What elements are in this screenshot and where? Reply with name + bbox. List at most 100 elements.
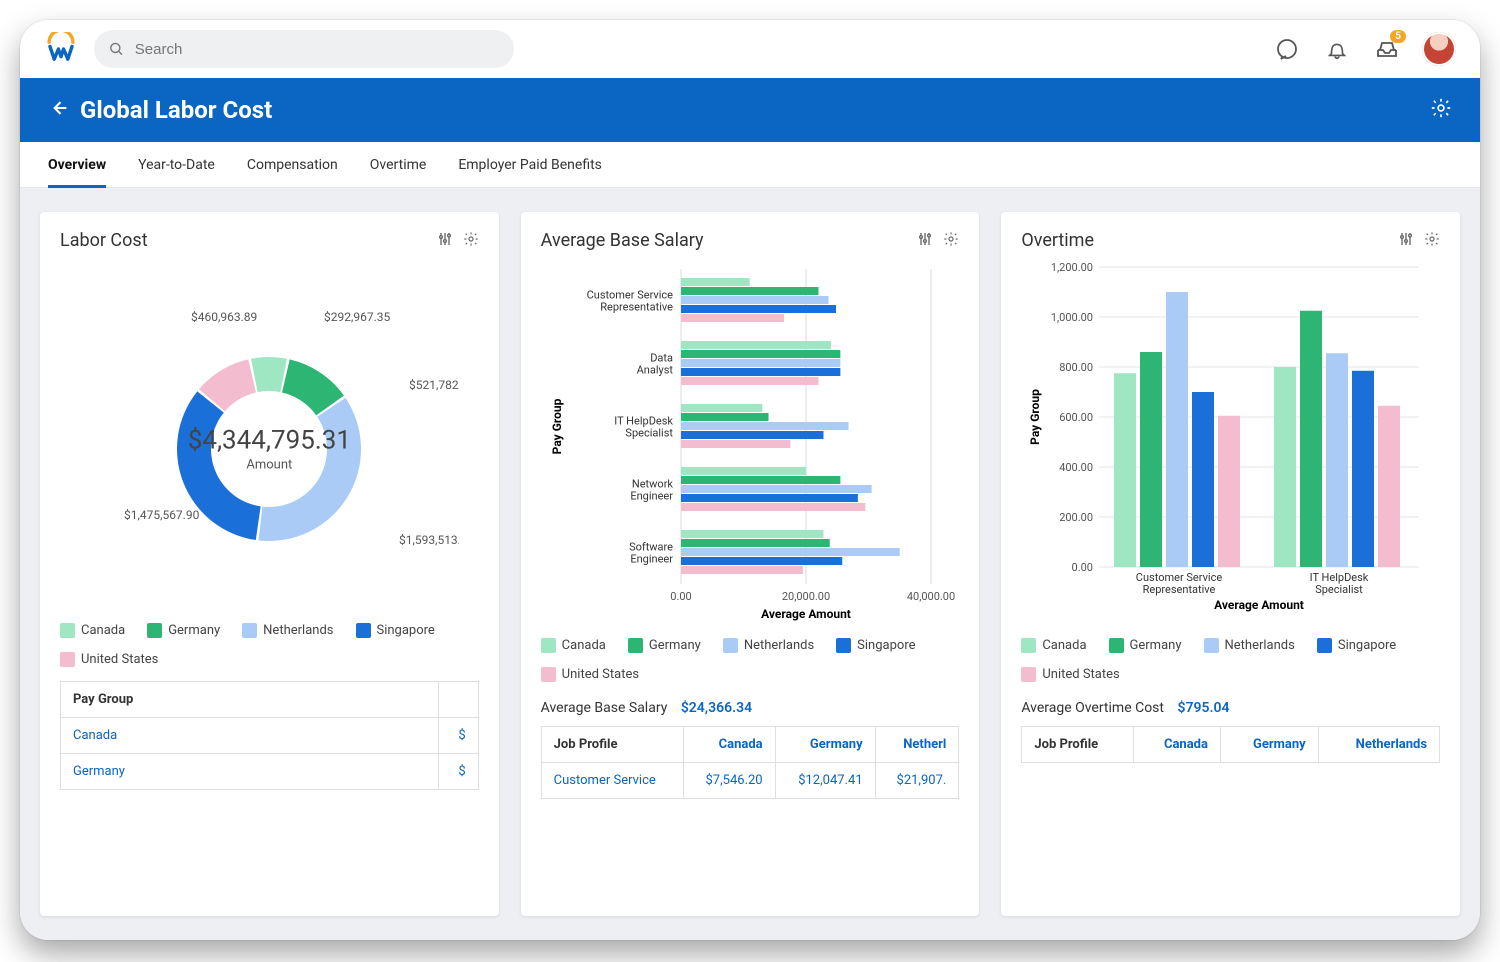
svg-text:1,000.00: 1,000.00 [1051,311,1093,324]
hbar-chart[interactable]: 0.00 20,000.00 40,000.00 Customer ServiceRe… [541,259,961,624]
footer-label: Average Base Salary [541,700,668,716]
donut-total: $4,344,795.31 [188,426,351,456]
notifications-icon[interactable] [1322,34,1352,64]
card-labor-cost: Labor Cost $292,967.35 $521,782.43 $1,593,… [40,212,499,916]
vbar-chart[interactable]: 0.00 200.00 400.00 600.00 800.00 1,000.00 1,20… [1021,259,1441,624]
workday-logo[interactable] [44,32,78,66]
legend-item[interactable]: United States [541,667,639,682]
svg-text:20,000.00: 20,000.00 [782,590,830,603]
top-bar: 5 [20,20,1480,78]
tab-overview[interactable]: Overview [48,142,106,188]
legend-item[interactable]: Netherlands [723,638,814,653]
svg-text:Average Amount: Average Amount [1214,598,1304,612]
col-canada: Canada [683,727,775,763]
svg-text:$521,782.43: $521,782.43 [409,378,459,392]
messages-icon[interactable] [1272,34,1302,64]
svg-text:Customer ServiceRepresentative: Customer ServiceRepresentative [586,289,673,314]
table-row[interactable]: Canada [61,718,439,754]
page-settings-icon[interactable] [1430,97,1452,123]
legend-item[interactable]: Singapore [836,638,915,653]
svg-text:SoftwareEngineer: SoftwareEngineer [629,541,673,566]
card-title: Labor Cost [60,230,148,251]
footer-value: $24,366.34 [681,700,752,716]
legend-item[interactable]: Singapore [1317,638,1396,653]
legend: Canada Germany Netherlands Singapore United … [541,638,960,682]
footer-value: $795.04 [1177,700,1229,716]
search-icon [108,40,125,58]
tab-overtime[interactable]: Overtime [370,142,427,188]
card-title: Average Base Salary [541,230,704,251]
legend-item[interactable]: Canada [541,638,606,653]
overtime-table: Job Profile Canada Germany Netherlands [1021,726,1440,763]
tab-year-to-date[interactable]: Year-to-Date [138,142,215,188]
svg-text:IT HelpDeskSpecialist: IT HelpDeskSpecialist [614,415,673,440]
gear-icon[interactable] [943,231,959,251]
legend-item[interactable]: Singapore [356,623,435,638]
filter-icon[interactable] [437,231,453,251]
footer-label: Average Overtime Cost [1021,700,1164,716]
svg-text:Customer ServiceRepresentative: Customer ServiceRepresentative [1136,571,1223,596]
card-overtime: Overtime 0.00 200.00 400.00 600.00 800.00 1,0… [1001,212,1460,916]
donut-total-label: Amount [188,458,351,473]
filter-icon[interactable] [1398,231,1414,251]
svg-text:DataAnalyst: DataAnalyst [636,352,673,377]
gear-icon[interactable] [463,231,479,251]
legend-item[interactable]: Germany [628,638,701,653]
legend: Canada Germany Netherlands Singapore United … [1021,638,1440,682]
card-average-base-salary: Average Base Salary 0.00 20,000.00 40,000.… [521,212,980,916]
search-input[interactable] [135,41,500,58]
svg-text:40,000.00: 40,000.00 [907,590,955,603]
tab-bar: Overview Year-to-Date Compensation Overtime… [20,142,1480,188]
legend-item[interactable]: Canada [60,623,125,638]
legend: Canada Germany Netherlands Singapore United … [60,623,479,667]
donut-center: $4,344,795.31 Amount [188,426,351,473]
avatar[interactable] [1422,32,1456,66]
legend-item[interactable]: United States [60,652,158,667]
svg-text:NetworkEngineer: NetworkEngineer [630,478,673,503]
inbox-icon[interactable]: 5 [1372,34,1402,64]
page-header: Global Labor Cost [20,78,1480,142]
legend-item[interactable]: Netherlands [242,623,333,638]
filter-icon[interactable] [917,231,933,251]
back-button[interactable] [48,98,68,122]
svg-text:600.00: 600.00 [1060,411,1094,424]
legend-item[interactable]: Canada [1021,638,1086,653]
col-netherlands: Netherl [875,727,959,763]
card-title: Overtime [1021,230,1094,251]
salary-table: Job Profile Canada Germany Netherl Custo… [541,726,960,799]
dashboard-body: Labor Cost $292,967.35 $521,782.43 $1,593,… [20,188,1480,940]
svg-text:$292,967.35: $292,967.35 [324,310,390,324]
svg-text:400.00: 400.00 [1060,461,1094,474]
col-paygroup: Pay Group [61,682,439,718]
donut-chart[interactable]: $292,967.35 $521,782.43 $1,593,513.74 $1,47… [60,299,479,599]
legend-item[interactable]: United States [1021,667,1119,682]
svg-text:$1,475,567.90: $1,475,567.90 [124,508,200,522]
legend-item[interactable]: Germany [147,623,220,638]
svg-text:IT HelpDeskSpecialist: IT HelpDeskSpecialist [1310,571,1369,596]
search-box[interactable] [94,30,514,68]
col-job: Job Profile [541,727,683,763]
legend-item[interactable]: Germany [1109,638,1182,653]
table-row[interactable]: Customer Service $7,546.20 $12,047.41 $2… [541,763,959,799]
svg-text:Average Amount: Average Amount [761,607,851,621]
table-row[interactable]: Germany [61,754,439,790]
svg-text:$1,593,513.74: $1,593,513.74 [399,533,459,547]
svg-text:0.00: 0.00 [1072,561,1093,574]
svg-text:Pay Group: Pay Group [550,398,564,454]
svg-text:1,200.00: 1,200.00 [1051,261,1093,274]
svg-text:200.00: 200.00 [1060,511,1094,524]
legend-item[interactable]: Netherlands [1204,638,1295,653]
labor-table: Pay Group Canada$ Germany$ [60,681,479,790]
tab-employer-paid-benefits[interactable]: Employer Paid Benefits [458,142,602,188]
topbar-actions: 5 [1272,32,1456,66]
svg-text:0.00: 0.00 [670,590,691,603]
svg-text:$460,963.89: $460,963.89 [191,310,257,324]
page-title: Global Labor Cost [80,96,272,124]
svg-text:800.00: 800.00 [1060,361,1094,374]
col-germany: Germany [775,727,875,763]
inbox-badge: 5 [1390,30,1406,43]
gear-icon[interactable] [1424,231,1440,251]
svg-text:Pay Group: Pay Group [1028,389,1042,445]
col-job: Job Profile [1022,727,1134,763]
tab-compensation[interactable]: Compensation [247,142,338,188]
